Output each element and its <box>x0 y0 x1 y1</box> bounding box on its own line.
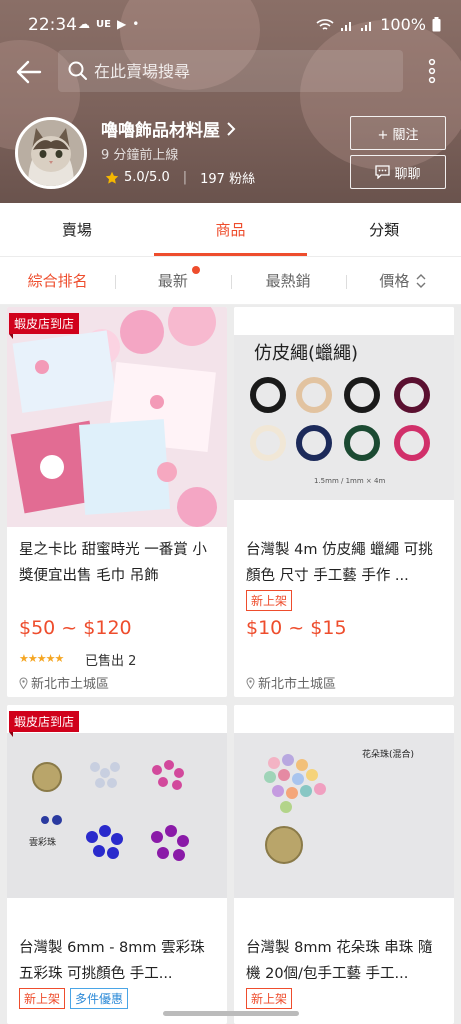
new-badge: 新上架 <box>246 590 293 611</box>
chat-icon <box>375 165 391 179</box>
home-indicator[interactable] <box>163 1011 299 1016</box>
product-image: 仿皮繩(蠟繩) 1.5mm / 1mm × 4m <box>234 307 454 527</box>
chevron-right-icon <box>227 121 236 136</box>
product-title: 台灣製 4m 仿皮繩 蠟繩 可挑顏色 尺寸 手工藝 手作 ... <box>246 542 433 584</box>
sort-relevance[interactable]: 綜合排名 <box>0 270 115 291</box>
chat-label: 聊聊 <box>394 166 421 182</box>
product-card[interactable]: 仿皮繩(蠟繩) 1.5mm / 1mm × 4m 台灣製 4m 仿皮繩 蠟繩 可… <box>234 307 454 697</box>
wifi-icon <box>316 18 334 30</box>
product-card[interactable]: 蝦皮店到店 星之卡比 甜蜜時光 一番賞 小獎便宜出售 毛巾 吊飾 $50 ~ $… <box>7 307 227 697</box>
leather-cord-image: 仿皮繩(蠟繩) 1.5mm / 1mm × 4m <box>234 307 454 527</box>
status-bar: 22:34 ☁ UE ▶ • 100% <box>0 0 461 50</box>
cloud-icon: ☁ <box>78 17 90 31</box>
cat-avatar-icon <box>18 120 84 186</box>
new-badge: 新上架 <box>246 988 293 1009</box>
sort-price-label: 價格 <box>379 272 410 290</box>
flower-beads-image: 花朵珠(混合) <box>234 705 454 925</box>
follower-count: 197 粉絲 <box>200 172 256 187</box>
youtube-icon: ▶ <box>116 17 127 31</box>
location-text: 新北市土城區 <box>258 677 337 692</box>
sort-latest-wrap: 最新 <box>157 266 200 291</box>
glass-beads-image: 雲彩珠 <box>7 705 227 925</box>
arrow-left-icon <box>16 60 42 84</box>
product-stars: ★★★★★ <box>19 652 64 665</box>
tab-categories[interactable]: 分類 <box>307 203 461 256</box>
location-text: 新北市土城區 <box>31 677 110 692</box>
sort-bar: 綜合排名 最新 最熱銷 價格 <box>0 257 461 305</box>
store-pickup-ribbon: 蝦皮店到店 <box>9 313 80 339</box>
status-icons: ☁ UE ▶ • <box>78 17 139 31</box>
tab-shop[interactable]: 賣場 <box>0 203 154 256</box>
sort-latest[interactable]: 最新 <box>115 266 230 291</box>
location-pin-icon <box>246 677 255 689</box>
product-image: 雲彩珠 <box>7 705 227 925</box>
dot-icon: • <box>132 17 140 31</box>
new-dot-indicator <box>191 266 200 274</box>
shop-tabs: 賣場 商品 分類 <box>0 203 461 256</box>
product-price: $10 ~ $15 <box>246 617 347 639</box>
cord-spec-text: 1.5mm / 1mm × 4m <box>314 477 385 485</box>
kirby-towel-image <box>7 307 227 527</box>
rating-divider: | <box>182 170 188 185</box>
product-title: 台灣製 6mm - 8mm 雲彩珠 五彩珠 可挑顏色 手工... <box>19 940 205 982</box>
product-location: 新北市土城區 <box>19 673 109 692</box>
rating-value: 5.0/5.0 <box>124 170 170 185</box>
shop-header: 22:34 ☁ UE ▶ • 100% 在此賣場搜尋 嚕嚕飾品材料屋 9 分鐘前… <box>0 0 461 203</box>
product-location: 新北市土城區 <box>246 673 336 692</box>
store-pickup-ribbon: 蝦皮店到店 <box>9 711 80 737</box>
back-button[interactable] <box>10 55 48 89</box>
bead-label-text: 雲彩珠 <box>29 836 56 848</box>
signal-icon <box>361 21 372 31</box>
product-badges: 新上架 <box>246 590 293 611</box>
product-card[interactable]: 雲彩珠 蝦皮店到店 台灣製 6mm - 8mm 雲彩珠 五彩珠 可挑顏色 手工.… <box>7 705 227 1024</box>
ue-icon: UE <box>96 18 111 30</box>
product-badges: 新上架 多件優惠 <box>19 988 129 1009</box>
more-vertical-icon <box>428 58 436 84</box>
product-image: 花朵珠(混合) <box>234 705 454 925</box>
status-time: 22:34 <box>28 15 77 35</box>
flower-label-text: 花朵珠(混合) <box>362 748 414 760</box>
shop-rating: 5.0/5.0 | 197 粉絲 <box>105 168 255 187</box>
bundle-discount-badge: 多件優惠 <box>70 988 129 1009</box>
cord-title-text: 仿皮繩(蠟繩) <box>254 343 358 364</box>
product-badges: 新上架 <box>246 988 293 1009</box>
sort-top-sales[interactable]: 最熱銷 <box>230 270 346 291</box>
status-right: 100% <box>316 15 441 34</box>
search-icon <box>68 61 87 80</box>
battery-level: 100% <box>380 15 426 34</box>
star-icon <box>105 171 119 184</box>
battery-icon <box>432 17 441 32</box>
product-title: 星之卡比 甜蜜時光 一番賞 小獎便宜出售 毛巾 吊飾 <box>19 542 207 584</box>
more-options-button[interactable] <box>420 56 444 86</box>
product-title: 台灣製 8mm 花朵珠 串珠 隨機 20個/包手工藝 手工... <box>246 940 433 982</box>
shop-avatar[interactable] <box>15 117 87 189</box>
product-card[interactable]: 花朵珠(混合) 台灣製 8mm 花朵珠 串珠 隨機 20個/包手工藝 手工...… <box>234 705 454 1024</box>
product-image <box>7 307 227 527</box>
search-bar[interactable] <box>58 50 403 92</box>
location-pin-icon <box>19 677 28 689</box>
sold-count: 已售出 2 <box>85 654 137 669</box>
chat-button[interactable]: 聊聊 <box>350 155 446 189</box>
sort-price[interactable]: 價格 <box>345 270 461 291</box>
last-online: 9 分鐘前上線 <box>101 148 179 163</box>
shop-name-link[interactable]: 嚕嚕飾品材料屋 <box>101 116 236 141</box>
sort-latest-label: 最新 <box>157 272 188 290</box>
sort-arrows-icon <box>416 273 426 288</box>
search-input[interactable] <box>94 61 374 81</box>
new-badge: 新上架 <box>19 988 66 1009</box>
product-price: $50 ~ $120 <box>19 617 132 639</box>
signal-icon <box>341 21 352 31</box>
follow-button[interactable]: + 關注 <box>350 116 446 150</box>
shop-name: 嚕嚕飾品材料屋 <box>101 121 220 141</box>
tab-products[interactable]: 商品 <box>153 203 308 256</box>
